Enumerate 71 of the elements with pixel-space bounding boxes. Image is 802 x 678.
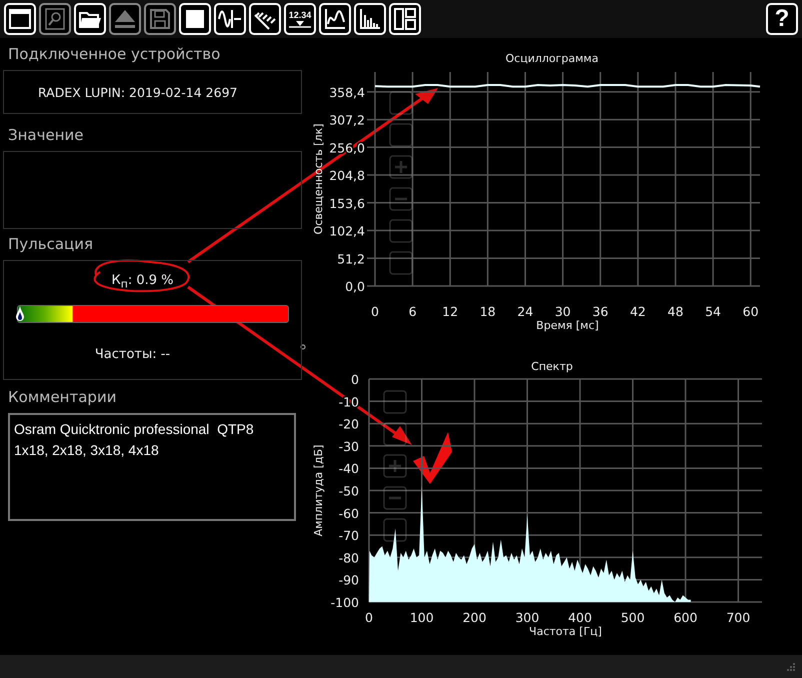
- chart-icon: [323, 7, 347, 31]
- axis-title: Время [мс]: [536, 319, 599, 332]
- layout-button[interactable]: [389, 3, 421, 35]
- tick-label: -70: [338, 528, 359, 544]
- stop-button[interactable]: [179, 3, 211, 35]
- bar-chart-icon: [358, 7, 382, 31]
- folder-button[interactable]: [74, 3, 106, 35]
- axis-title: Освещенность [лк]: [312, 124, 325, 234]
- search-icon: [43, 7, 67, 31]
- wave-button[interactable]: [319, 3, 351, 35]
- splitter-handle-icon: [300, 344, 306, 350]
- tick-label: 48: [668, 304, 684, 319]
- layout-icon: [393, 7, 417, 31]
- tick-label: 54: [705, 304, 721, 319]
- tick-label: 51,2: [337, 251, 365, 266]
- waveform-icon: [218, 7, 242, 31]
- tick-label: 500: [620, 610, 645, 625]
- save-icon: [148, 7, 172, 31]
- tick-label: 6: [408, 304, 417, 319]
- tick-label: -60: [338, 506, 359, 521]
- value-button[interactable]: 12.34: [284, 3, 316, 35]
- comment-field[interactable]: Osram Quicktronic professional QTP8 1x18, 2x18, 3x18, 4x18: [8, 413, 296, 521]
- tick-label: -50: [338, 484, 359, 498]
- tick-label: 200: [462, 610, 486, 625]
- tick-label: 400: [568, 610, 592, 625]
- scope-button[interactable]: [214, 3, 246, 35]
- tick-label: 600: [674, 610, 698, 625]
- check-mark-icon: [413, 432, 452, 484]
- section-heading: Значение: [7, 126, 84, 146]
- tick-label: 0: [365, 610, 373, 625]
- section-heading: Подключенное устройство: [7, 45, 222, 65]
- frequencies-label: Частоты: --: [94, 346, 170, 362]
- pulsation-coefficient: К$_{п}$: 0.9 %: [112, 273, 174, 291]
- tick-label: 12: [442, 304, 458, 319]
- tick-label: -100: [330, 595, 359, 610]
- tick-label: 358,4: [329, 84, 365, 100]
- tick-label: 0: [351, 372, 359, 387]
- tick-label: 102,4: [329, 224, 365, 239]
- tick-label: -90: [338, 572, 359, 588]
- section-heading: Комментарии: [7, 388, 118, 408]
- tick-label: -80: [338, 550, 359, 566]
- tick-label: -20: [338, 416, 359, 432]
- tick-label: 24: [517, 304, 534, 319]
- tick-label: 307,2: [329, 112, 365, 128]
- tick-label: -30: [338, 438, 359, 454]
- tick-label: 18: [480, 304, 496, 319]
- tick-label: 204,8: [329, 168, 365, 184]
- tick-label: -40: [338, 461, 359, 476]
- tick-label: 0: [371, 304, 379, 319]
- window-button[interactable]: [4, 3, 36, 35]
- tick-label: 100: [410, 610, 434, 625]
- chart-title: Спектр: [531, 360, 573, 373]
- tick-label: 0,0: [345, 279, 365, 294]
- probe-button[interactable]: [249, 3, 281, 35]
- tick-label: 60: [742, 304, 759, 319]
- tick-label: 36: [592, 304, 608, 319]
- spectrum-button[interactable]: [354, 3, 386, 35]
- section-heading: Пульсация: [7, 235, 94, 255]
- help-button[interactable]: ?: [766, 3, 798, 35]
- tick-label: 153,6: [329, 196, 365, 211]
- tick-label: 42: [630, 304, 646, 319]
- chart-title: Осциллограмма: [506, 52, 598, 65]
- window-icon: [8, 7, 32, 31]
- device-name: RADEX LUPIN: 2019-02-14 2697: [38, 84, 238, 100]
- resize-grip-icon: [786, 662, 796, 672]
- tick-label: 30: [554, 304, 571, 319]
- axis-title: Амплитуда [дБ]: [312, 444, 325, 536]
- tick-label: 700: [726, 610, 750, 625]
- axis-title: Частота [Гц]: [529, 625, 602, 638]
- square-icon: [183, 7, 207, 31]
- tick-label: 300: [515, 610, 540, 625]
